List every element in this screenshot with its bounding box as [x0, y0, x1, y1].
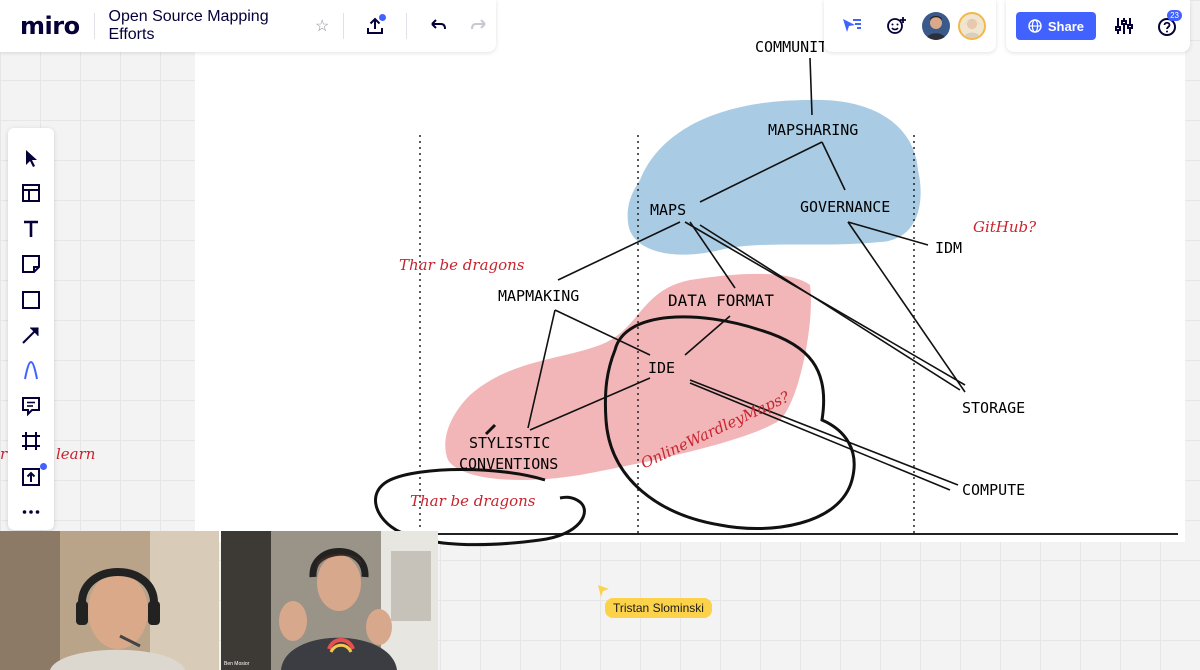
- undo-icon: [430, 19, 446, 30]
- node-ide[interactable]: IDE: [648, 359, 675, 377]
- more-dots-icon: [22, 510, 40, 515]
- collaboration-group: [823, 0, 996, 52]
- node-storage[interactable]: STORAGE: [962, 399, 1025, 417]
- node-stylistic-conventions[interactable]: STYLISTIC CONVENTIONS: [459, 434, 558, 473]
- topbar-left: miro Open Source Mapping Efforts ☆: [0, 0, 496, 52]
- topbar-right: Share 23: [823, 0, 1190, 52]
- annotation-dragons-bottom[interactable]: Thar be dragons: [410, 492, 536, 510]
- miro-logo[interactable]: miro: [20, 12, 80, 40]
- notification-badge: 23: [1167, 10, 1182, 21]
- templates-icon: [22, 184, 40, 203]
- divider: [343, 13, 345, 39]
- node-compute[interactable]: COMPUTE: [962, 481, 1025, 499]
- notification-dot: [378, 14, 386, 21]
- collaborator-cursor-icon: [598, 585, 609, 597]
- participant-video: [0, 531, 219, 670]
- emoji-add-icon: [886, 17, 906, 34]
- share-button[interactable]: Share: [1015, 12, 1096, 40]
- undo-button[interactable]: [421, 8, 455, 44]
- participant-name: Ben Mosior: [224, 661, 250, 667]
- sticky-note-icon: [22, 255, 40, 274]
- templates-tool-button[interactable]: [13, 175, 49, 210]
- globe-icon: [1028, 19, 1042, 33]
- node-mapmaking[interactable]: MAPMAKING: [498, 287, 579, 305]
- annotation-learn-fragment-left[interactable]: r: [0, 445, 7, 463]
- more-tools-button[interactable]: [13, 495, 49, 530]
- upload-tool-button[interactable]: [13, 459, 49, 494]
- user-avatar-icon: [963, 19, 981, 38]
- sticky-note-tool-button[interactable]: [13, 246, 49, 281]
- annotation-github[interactable]: GitHub?: [973, 218, 1036, 236]
- help-button[interactable]: 23: [1152, 8, 1182, 44]
- avatar[interactable]: [957, 12, 986, 40]
- node-maps[interactable]: MAPS: [650, 201, 686, 219]
- cursor-arrow-icon: [26, 149, 37, 167]
- text-tool-button[interactable]: [13, 211, 49, 246]
- square-icon: [22, 290, 40, 309]
- settings-button[interactable]: [1110, 8, 1138, 44]
- user-avatar-icon: [925, 16, 946, 40]
- cursor-filter-icon: [842, 19, 861, 32]
- board-title[interactable]: Open Source Mapping Efforts: [109, 8, 305, 44]
- arrow-tool-button[interactable]: [13, 317, 49, 352]
- comment-tool-button[interactable]: [13, 388, 49, 423]
- annotation-learn[interactable]: learn: [56, 445, 95, 463]
- divider: [405, 13, 407, 39]
- participant-video: [221, 531, 438, 670]
- node-stylistic-line1: STYLISTIC: [469, 434, 551, 452]
- share-label: Share: [1047, 18, 1084, 34]
- annotation-dragons-top[interactable]: Thar be dragons: [399, 256, 525, 274]
- arrow-line-icon: [22, 327, 39, 344]
- divider: [93, 13, 95, 39]
- node-stylistic-line2: CONVENTIONS: [459, 455, 559, 473]
- redo-icon: [471, 19, 486, 30]
- sliders-icon: [1115, 18, 1133, 34]
- pen-icon: [24, 361, 38, 380]
- frame-tool-button[interactable]: [13, 424, 49, 459]
- redo-button[interactable]: [462, 8, 496, 44]
- upload-icon: [22, 467, 40, 486]
- reactions-button[interactable]: [878, 8, 914, 44]
- cursor-follow-button[interactable]: [834, 8, 870, 44]
- select-tool-button[interactable]: [13, 140, 49, 175]
- export-button[interactable]: [358, 8, 392, 44]
- frame-icon: [22, 432, 40, 451]
- shape-tool-button[interactable]: [13, 282, 49, 317]
- node-data-format[interactable]: DATA FORMAT: [668, 291, 774, 310]
- node-mapsharing[interactable]: MAPSHARING: [768, 121, 858, 139]
- star-icon[interactable]: ☆: [315, 16, 329, 36]
- text-icon: [24, 220, 38, 237]
- pen-tool-button[interactable]: [13, 353, 49, 388]
- node-governance[interactable]: GOVERNANCE: [800, 198, 890, 216]
- comment-icon: [22, 396, 40, 417]
- notification-dot: [40, 463, 47, 471]
- video-tile-2[interactable]: Ben Mosior: [221, 531, 438, 670]
- left-toolbar: [8, 128, 54, 530]
- video-tile-1[interactable]: [0, 531, 219, 670]
- avatar[interactable]: [921, 12, 950, 40]
- node-idm[interactable]: IDM: [935, 239, 962, 257]
- share-group: Share 23: [1005, 0, 1190, 52]
- collaborator-cursor-label: Tristan Slominski: [605, 598, 712, 618]
